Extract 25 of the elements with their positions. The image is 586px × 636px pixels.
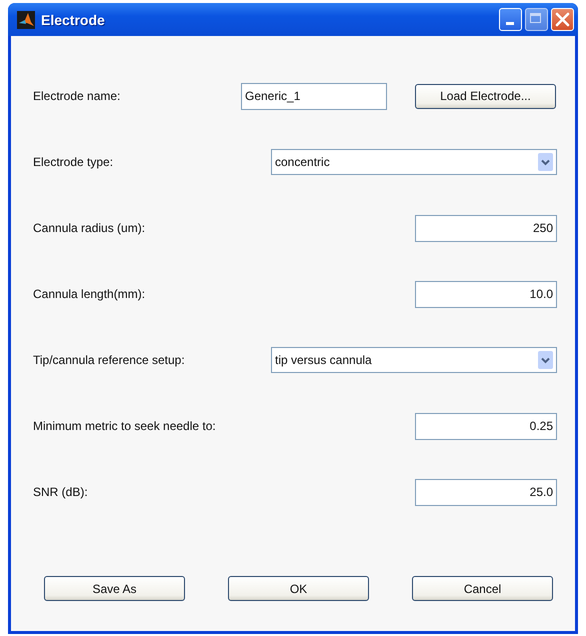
minimize-button[interactable]	[499, 8, 522, 31]
number-field[interactable]: 25.0	[415, 478, 557, 506]
dialog-button[interactable]: Save As	[44, 576, 185, 601]
maximize-button[interactable]	[525, 8, 548, 31]
chevron-down-icon	[538, 351, 553, 369]
number-field[interactable]: 10.0	[415, 280, 557, 308]
number-field[interactable]: 250	[415, 214, 557, 242]
load-button[interactable]: Load Electrode...	[415, 84, 556, 108]
field-label: Cannula length(mm):	[33, 287, 146, 301]
window-title: Electrode	[41, 12, 105, 28]
app-icon	[17, 10, 35, 28]
field-label: Minimum metric to seek needle to:	[33, 419, 216, 433]
dialog-button[interactable]: Cancel	[412, 576, 553, 601]
field-label: Electrode name:	[33, 89, 120, 103]
dialog-button[interactable]: OK	[228, 576, 369, 601]
name-field[interactable]: Generic_1	[241, 82, 387, 110]
field-label: SNR (dB):	[33, 485, 88, 499]
number-field[interactable]: 0.25	[415, 412, 557, 440]
field-label: Electrode type:	[33, 155, 114, 169]
chevron-down-icon	[538, 153, 553, 171]
dropdown[interactable]: tip versus cannula	[271, 347, 557, 373]
field-label: Cannula radius (um):	[33, 221, 146, 235]
close-button[interactable]	[551, 8, 574, 31]
dropdown[interactable]: concentric	[271, 149, 557, 175]
field-label: Tip/cannula reference setup:	[33, 353, 185, 367]
